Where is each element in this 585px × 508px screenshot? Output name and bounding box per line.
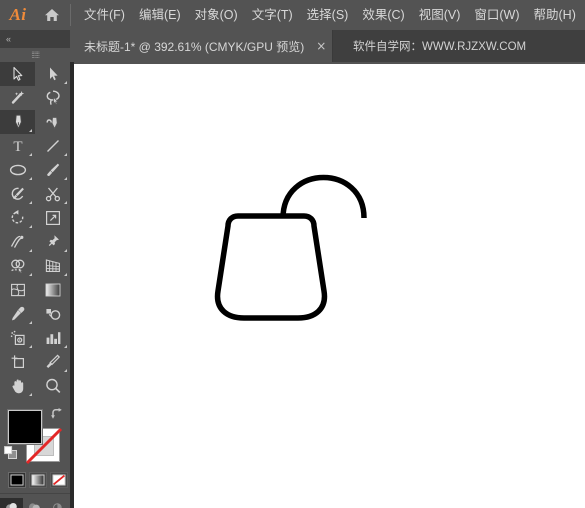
- close-icon[interactable]: ×: [316, 40, 326, 52]
- color-mode-button[interactable]: [8, 472, 26, 488]
- fill-stroke-controls: [0, 406, 70, 470]
- tool-flyout-indicator-icon: [64, 81, 67, 84]
- tool-flyout-indicator-icon: [64, 177, 67, 180]
- free-transform-tool[interactable]: [35, 206, 70, 230]
- menu-bar: Ai 文件(F) 编辑(E) 对象(O) 文字(T) 选择(S) 效果(C) 视…: [0, 0, 585, 30]
- tool-flyout-indicator-icon: [64, 249, 67, 252]
- none-mode-button[interactable]: [50, 472, 68, 488]
- tool-flyout-indicator-icon: [29, 129, 32, 132]
- fill-swatch[interactable]: [8, 410, 42, 444]
- swap-fill-stroke-icon[interactable]: [50, 408, 64, 422]
- puppet-warp-tool[interactable]: [35, 230, 70, 254]
- menu-file[interactable]: 文件(F): [77, 5, 132, 26]
- gradient-tool[interactable]: [35, 278, 70, 302]
- tool-flyout-indicator-icon: [29, 273, 32, 276]
- pen-tool[interactable]: [0, 110, 35, 134]
- default-fill-stroke-icon[interactable]: [4, 446, 17, 459]
- gradient-mode-button[interactable]: [29, 472, 47, 488]
- tool-flyout-indicator-icon: [64, 369, 67, 372]
- document-tab-title: 未标题-1* @ 392.61% (CMYK/GPU 预览): [84, 39, 305, 54]
- shaper-tool[interactable]: [0, 182, 35, 206]
- tool-flyout-indicator-icon: [64, 153, 67, 156]
- tool-grid: T: [0, 62, 70, 398]
- draw-mode-buttons: [0, 493, 70, 508]
- menu-edit[interactable]: 编辑(E): [132, 5, 188, 26]
- draw-inside-button[interactable]: [46, 498, 69, 508]
- menu-effect[interactable]: 效果(C): [355, 5, 411, 26]
- draw-behind-button[interactable]: [23, 498, 46, 508]
- document-tab[interactable]: 未标题-1* @ 392.61% (CMYK/GPU 预览) ×: [70, 30, 334, 62]
- color-mode-buttons: [8, 472, 70, 488]
- lasso-tool[interactable]: [35, 86, 70, 110]
- menu-view[interactable]: 视图(V): [412, 5, 468, 26]
- zoom-tool[interactable]: [35, 374, 70, 398]
- line-segment-tool[interactable]: [35, 134, 70, 158]
- scissors-tool[interactable]: [35, 182, 70, 206]
- tool-flyout-indicator-icon: [29, 345, 32, 348]
- menu-select[interactable]: 选择(S): [300, 5, 356, 26]
- paintbrush-tool[interactable]: [35, 158, 70, 182]
- blend-tool[interactable]: [35, 302, 70, 326]
- tool-flyout-indicator-icon: [29, 225, 32, 228]
- rotate-tool[interactable]: [0, 206, 35, 230]
- panel-drag-handle[interactable]: ⁞⁞⁞⁞⁞⁞: [0, 48, 70, 62]
- menu-divider: [70, 4, 71, 26]
- tool-flyout-indicator-icon: [29, 177, 32, 180]
- column-graph-tool[interactable]: [35, 326, 70, 350]
- app-logo-icon: Ai: [9, 5, 27, 24]
- symbol-sprayer-tool[interactable]: [0, 326, 35, 350]
- curvature-tool[interactable]: [35, 110, 70, 134]
- ellipse-tool[interactable]: [0, 158, 35, 182]
- perspective-grid-tool[interactable]: [35, 254, 70, 278]
- menu-object[interactable]: 对象(O): [188, 5, 245, 26]
- tool-flyout-indicator-icon: [29, 201, 32, 204]
- tools-panel: ⁞⁞⁞⁞⁞⁞ T: [0, 48, 70, 508]
- tool-flyout-indicator-icon: [29, 321, 32, 324]
- menu-item-list: 文件(F) 编辑(E) 对象(O) 文字(T) 选择(S) 效果(C) 视图(V…: [77, 5, 583, 26]
- watermark-text: 软件自学网：WWW.RJZXW.COM: [353, 41, 527, 53]
- menu-help[interactable]: 帮助(H): [527, 5, 583, 26]
- handbag-drawing[interactable]: [74, 64, 585, 508]
- shape-builder-tool[interactable]: [0, 254, 35, 278]
- menu-type[interactable]: 文字(T): [245, 5, 300, 26]
- direct-selection-tool[interactable]: [35, 62, 70, 86]
- tool-flyout-indicator-icon: [29, 153, 32, 156]
- illustrator-window: Ai 文件(F) 编辑(E) 对象(O) 文字(T) 选择(S) 效果(C) 视…: [0, 0, 585, 508]
- tool-flyout-indicator-icon: [64, 201, 67, 204]
- document-tab-bar: « 未标题-1* @ 392.61% (CMYK/GPU 预览) × 软件自学网…: [0, 30, 585, 62]
- artboard-tool[interactable]: [0, 350, 35, 374]
- hand-tool[interactable]: [0, 374, 35, 398]
- collapse-panel-icon[interactable]: «: [0, 30, 70, 48]
- document-canvas[interactable]: [74, 64, 585, 508]
- mesh-tool[interactable]: [0, 278, 35, 302]
- home-icon[interactable]: [36, 0, 68, 30]
- width-tool[interactable]: [0, 230, 35, 254]
- type-tool[interactable]: T: [0, 134, 35, 158]
- slice-tool[interactable]: [35, 350, 70, 374]
- tool-flyout-indicator-icon: [29, 249, 32, 252]
- magic-wand-tool[interactable]: [0, 86, 35, 110]
- eyedropper-tool[interactable]: [0, 302, 35, 326]
- tool-flyout-indicator-icon: [64, 345, 67, 348]
- menu-window[interactable]: 窗口(W): [467, 5, 526, 26]
- svg-text:T: T: [13, 139, 22, 155]
- draw-normal-button[interactable]: [0, 498, 23, 508]
- selection-tool[interactable]: [0, 62, 35, 86]
- tool-flyout-indicator-icon: [64, 273, 67, 276]
- tool-flyout-indicator-icon: [29, 393, 32, 396]
